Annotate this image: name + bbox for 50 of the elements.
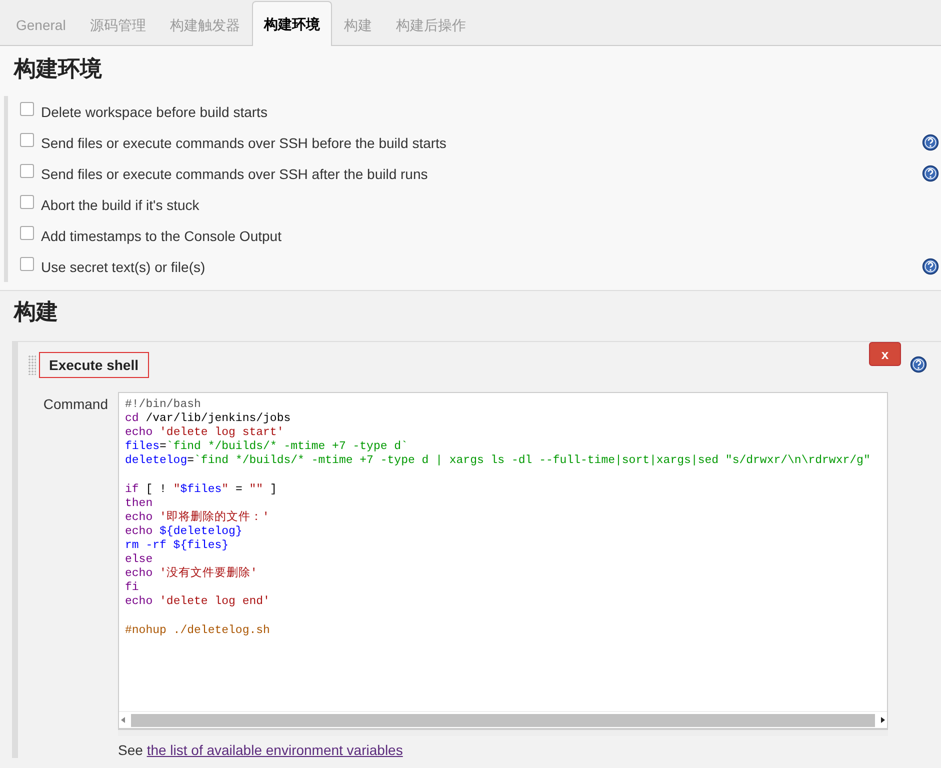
checkbox[interactable] bbox=[20, 132, 34, 146]
option-label: Add timestamps to the Console Output bbox=[41, 228, 282, 244]
checkbox[interactable] bbox=[20, 194, 34, 208]
checkbox[interactable] bbox=[20, 226, 34, 240]
option-label: Send files or execute commands over SSH before the build starts bbox=[41, 134, 448, 150]
code-line: fi bbox=[125, 581, 139, 596]
drag-handle-icon[interactable] bbox=[28, 355, 36, 375]
code-line: files=`find */builds/* -mtime +7 -type d` bbox=[125, 440, 408, 454]
field-label: Command bbox=[42, 395, 109, 414]
checkbox[interactable] bbox=[20, 164, 34, 178]
help-icon[interactable] bbox=[922, 165, 939, 182]
help-icon[interactable] bbox=[910, 356, 927, 373]
code-line: echo 'delete log start' bbox=[125, 426, 284, 440]
scrollbar-thumb[interactable] bbox=[131, 714, 875, 726]
delete-button[interactable]: x bbox=[869, 342, 901, 366]
code-line: #nohup ./deletelog.sh bbox=[125, 622, 270, 638]
tab[interactable]: 构建环境 bbox=[252, 1, 332, 46]
resize-handle[interactable] bbox=[118, 729, 888, 736]
help-text: See the list of available environment variables bbox=[118, 742, 404, 758]
tab[interactable]: 构建触发器 bbox=[158, 2, 252, 46]
tab[interactable]: 源码管理 bbox=[78, 2, 158, 46]
tab[interactable]: General bbox=[4, 2, 78, 46]
tab[interactable]: 构建 bbox=[332, 2, 384, 46]
code-line: if [ ! "$files" = "" ] bbox=[125, 482, 277, 497]
option-label: Abort the build if it's stuck bbox=[41, 196, 200, 212]
code-line: echo '没有文件要删除' bbox=[125, 567, 258, 582]
code-line: then bbox=[125, 496, 153, 511]
scroll-right-icon[interactable] bbox=[879, 716, 887, 724]
section-heading: 构建环境 bbox=[12, 55, 103, 83]
code-line: echo 'delete log end' bbox=[125, 595, 270, 610]
checkbox[interactable] bbox=[20, 102, 34, 116]
checkbox[interactable] bbox=[20, 256, 34, 270]
code-line: #!/bin/bash bbox=[125, 398, 201, 412]
code-line: echo ${deletelog} bbox=[125, 524, 242, 539]
section-heading: 构建 bbox=[12, 298, 59, 326]
help-icon[interactable] bbox=[922, 258, 939, 275]
option-label: Send files or execute commands over SSH after the build runs bbox=[41, 166, 429, 182]
command-field[interactable] bbox=[118, 392, 888, 729]
code-line: cd /var/lib/jenkins/jobs bbox=[125, 412, 291, 426]
code-line: rm -rf ${files} bbox=[125, 538, 229, 554]
tab[interactable]: 构建后操作 bbox=[384, 2, 478, 46]
code-line: echo '即将删除的文件：' bbox=[125, 510, 270, 525]
scroll-left-icon[interactable] bbox=[119, 716, 127, 724]
option-label: Use secret text(s) or file(s) bbox=[41, 258, 206, 274]
code-line: deletelog=`find */builds/* -mtime +7 -type d | xargs ls -dl --full-time|sort|xargs|sed "s/drwxr/\n\rdrwxr/g" bbox=[125, 454, 870, 468]
code-line: else bbox=[125, 553, 153, 568]
build-step-title: Execute shell bbox=[39, 352, 148, 378]
help-icon[interactable] bbox=[922, 134, 939, 151]
env-vars-link[interactable]: the list of available environment variables bbox=[146, 742, 403, 758]
option-label: Delete workspace before build starts bbox=[41, 104, 268, 120]
